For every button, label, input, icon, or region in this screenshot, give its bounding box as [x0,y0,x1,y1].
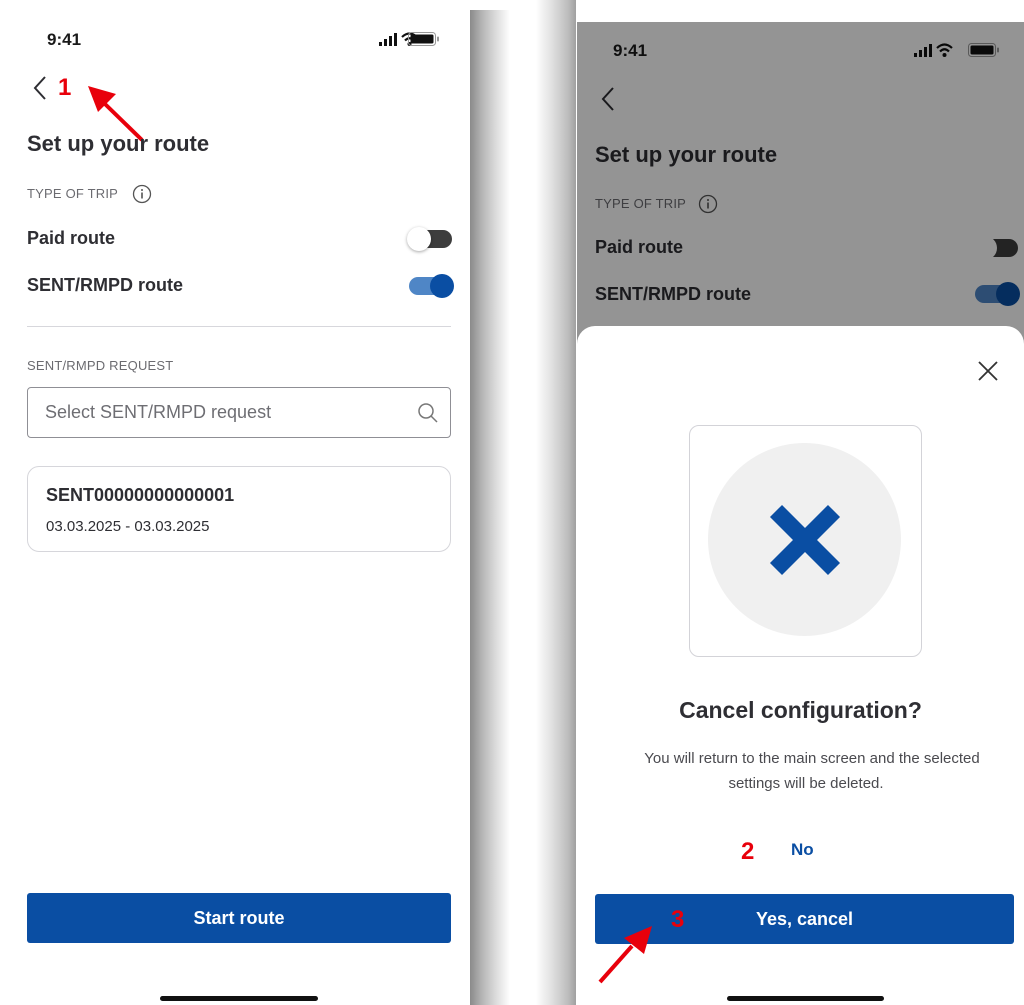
divider [27,326,451,327]
paid-route-toggle[interactable] [407,227,452,251]
sent-route-label: SENT/RMPD route [27,275,184,295]
annotation-arrow-icon [598,926,652,984]
panel-shadow-right [536,0,576,1005]
yes-cancel-button[interactable]: Yes, cancel [595,894,1014,944]
annotation-1: 1 [58,74,72,101]
request-search-input[interactable]: Select SENT/RMPD request [27,387,451,438]
request-card[interactable]: SENT00000000000001 03.03.2025 - 03.03.20… [27,466,451,552]
type-of-trip-label: TYPE OF TRIP [27,186,119,201]
cancel-x-icon [769,504,841,576]
toggle-knob [407,227,431,251]
no-button[interactable]: No [791,840,814,860]
home-indicator [727,996,884,1001]
signal-icon [379,33,397,46]
search-icon[interactable] [417,402,439,424]
paid-route-label: Paid route [27,228,116,248]
request-label: SENT/RMPD REQUEST [27,358,174,373]
status-time: 9:41 [47,30,82,49]
search-placeholder: Select SENT/RMPD request [45,402,272,422]
back-chevron-icon[interactable] [32,75,48,101]
battery-icon [408,32,439,46]
dialog-title: Cancel configuration? [679,697,922,723]
panel-shadow-left [470,10,510,1005]
start-route-button[interactable]: Start route [27,893,451,943]
info-icon[interactable] [132,184,152,204]
sent-route-toggle[interactable] [409,274,454,298]
home-indicator [160,996,318,1001]
dialog-message-line2: settings will be deleted. [728,775,884,792]
request-card-dates: 03.03.2025 - 03.03.2025 [46,518,210,535]
close-icon[interactable] [977,360,999,382]
dialog-message-line1: You will return to the main screen and t… [644,750,980,767]
page-title: Set up your route [27,131,210,156]
request-card-title: SENT00000000000001 [46,485,235,505]
annotation-3: 3 [671,906,685,933]
annotation-2: 2 [741,838,755,865]
toggle-knob [430,274,454,298]
